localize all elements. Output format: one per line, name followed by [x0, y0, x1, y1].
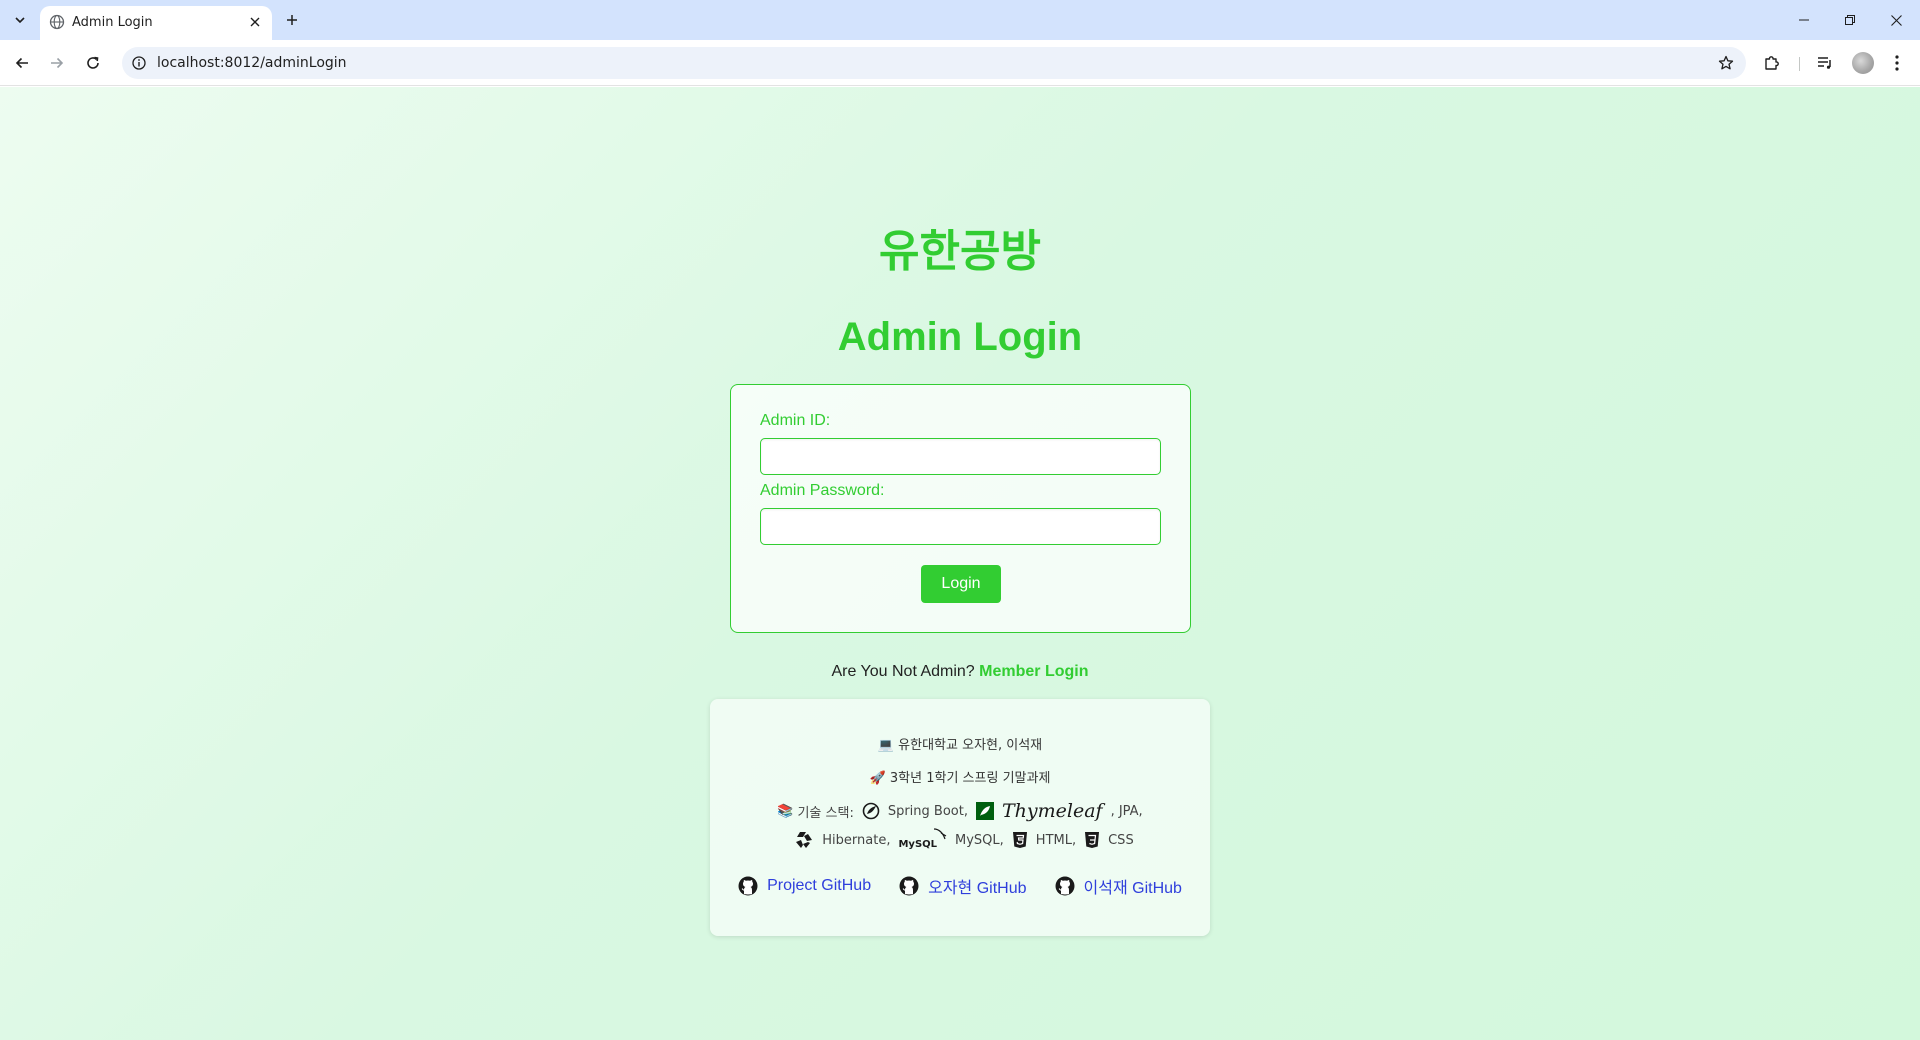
toolbar-separator [1799, 57, 1800, 71]
project-github-text: Project GitHub [767, 877, 872, 894]
forward-button[interactable] [43, 49, 71, 77]
ojahyun-github-link[interactable]: 오자현 GitHub [899, 874, 1027, 898]
html-text: HTML, [1035, 832, 1077, 848]
page-content: 유한공방 Admin Login Admin ID: Admin Passwor… [0, 87, 1920, 1040]
css3-icon [1084, 831, 1100, 849]
bookmark-button[interactable] [1716, 53, 1736, 73]
hibernate-text: Hibernate, [822, 832, 891, 848]
minimize-button[interactable] [1784, 6, 1824, 34]
login-form: Admin ID: Admin Password: Login [730, 384, 1191, 633]
admin-password-input[interactable] [760, 508, 1161, 545]
playlist-icon [1818, 57, 1831, 69]
tab-search-button[interactable] [8, 9, 32, 31]
close-window-button[interactable] [1876, 6, 1916, 34]
browser-menu-button[interactable] [1885, 51, 1909, 75]
github-icon [899, 876, 919, 896]
minimize-icon [1799, 19, 1809, 21]
admin-password-label: Admin Password: [760, 482, 885, 499]
tab-bar: Admin Login [0, 0, 1920, 40]
member-login-link[interactable]: Member Login [979, 663, 1088, 680]
url-text[interactable]: localhost:8012/adminLogin [157, 55, 347, 71]
admin-id-input[interactable] [760, 438, 1161, 475]
media-controls-button[interactable] [1813, 51, 1837, 75]
plus-icon [287, 15, 297, 25]
mysql-text: MySQL, [955, 832, 1004, 848]
active-tab[interactable]: Admin Login [40, 6, 272, 40]
github-links: Project GitHub 오자현 GitHub 이석재 GitHub [710, 874, 1210, 898]
leeseokjae-github-text: 이석재 GitHub [1083, 880, 1182, 897]
arrow-left-icon [15, 57, 28, 69]
more-vertical-icon [1895, 55, 1899, 71]
back-button[interactable] [8, 49, 36, 77]
css-text: CSS [1108, 832, 1134, 848]
books-emoji: 📚 [777, 803, 794, 819]
github-icon [1055, 876, 1075, 896]
hibernate-icon [794, 830, 814, 850]
close-icon [250, 17, 260, 27]
spring-boot-icon [862, 802, 880, 820]
restore-icon [1845, 15, 1855, 25]
leeseokjae-github-link[interactable]: 이석재 GitHub [1055, 874, 1182, 898]
tech-stack-label: 기술 스택: [797, 805, 854, 821]
ojahyun-github-text: 오자현 GitHub [928, 880, 1027, 897]
project-line: 🚀 3학년 1학기 스프링 기말과제 [710, 767, 1210, 786]
project-github-link[interactable]: Project GitHub [738, 876, 871, 896]
not-admin-text: Are You Not Admin? [831, 663, 975, 680]
spring-boot-text: Spring Boot, [887, 803, 968, 819]
project-text: 3학년 1학기 스프링 기말과제 [889, 771, 1051, 786]
arrow-right-icon [51, 57, 64, 69]
member-login-prompt: Are You Not Admin? Member Login [0, 663, 1920, 681]
puzzle-icon [1765, 56, 1779, 70]
tab-title: Admin Login [72, 15, 153, 30]
tab-close-button[interactable] [246, 13, 264, 31]
restore-button[interactable] [1830, 6, 1870, 34]
tech-stack-row-1: 📚 기술 스택: Spring Boot, Thymeleaf , JPA, [710, 800, 1210, 822]
authors-text: 유한대학교 오자현, 이석재 [898, 738, 1043, 753]
mysql-icon: MySQL [898, 828, 947, 850]
html5-icon [1012, 831, 1028, 849]
site-info-button[interactable] [130, 54, 148, 72]
extensions-button[interactable] [1760, 51, 1784, 75]
address-bar[interactable]: localhost:8012/adminLogin [122, 47, 1746, 79]
profile-avatar[interactable] [1852, 52, 1874, 74]
thymeleaf-icon [975, 802, 994, 820]
mysql-logo-text: MySQL [898, 838, 938, 850]
admin-id-label: Admin ID: [760, 412, 831, 429]
reload-button[interactable] [79, 49, 107, 77]
star-icon [1718, 55, 1734, 70]
brand-title: 유한공방 [879, 226, 1041, 277]
rocket-emoji: 🚀 [869, 771, 886, 786]
chevron-down-icon [15, 17, 25, 24]
page-title: Admin Login [837, 315, 1083, 359]
laptop-emoji: 💻 [877, 738, 895, 753]
reload-icon [87, 56, 99, 69]
login-button[interactable]: Login [921, 565, 1001, 603]
footer-card: 💻 유한대학교 오자현, 이석재 🚀 3학년 1학기 스프링 기말과제 📚 기술… [710, 699, 1210, 936]
thymeleaf-text: Thymeleaf [1001, 800, 1103, 822]
jpa-text: , JPA, [1110, 803, 1143, 819]
authors-line: 💻 유한대학교 오자현, 이석재 [710, 734, 1210, 753]
globe-icon [49, 14, 65, 30]
close-icon [1890, 14, 1902, 26]
browser-toolbar: localhost:8012/adminLogin [0, 40, 1920, 86]
info-icon [132, 56, 146, 70]
tech-stack-row-2: Hibernate, MySQL MySQL, HTML, CSS [710, 827, 1210, 853]
new-tab-button[interactable] [280, 9, 304, 31]
github-icon [738, 876, 758, 896]
